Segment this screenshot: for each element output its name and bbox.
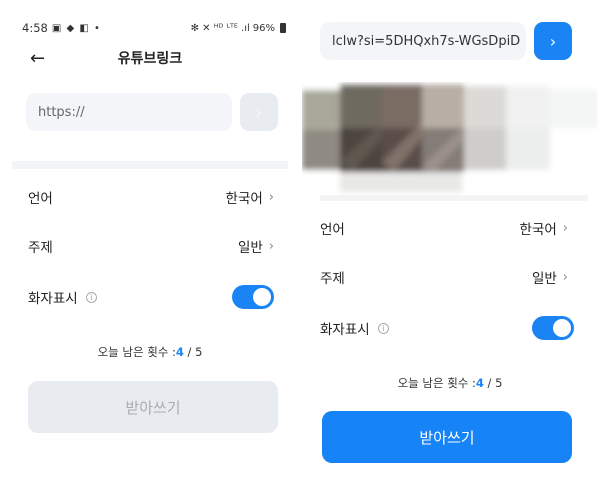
chevron-right-icon: › [549, 31, 557, 51]
remaining-count: 오늘 남은 횟수 :4 / 5 [0, 344, 300, 360]
speaker-row: 화자표시 i [28, 285, 274, 309]
status-time: 4:58 [22, 21, 48, 35]
topic-label: 주제 [320, 271, 345, 287]
section-divider [12, 161, 288, 169]
url-input[interactable]: lclw?si=5DHQxh7s-WGsDpiD [320, 22, 526, 60]
speaker-label: 화자표시 [28, 291, 78, 307]
info-icon[interactable]: i [377, 322, 389, 334]
topic-row[interactable]: 주제 일반 › [28, 234, 274, 258]
system-icons: ✻ ✕ ᴴᴰ ᴸᵀᴱ .ıl 96% [191, 23, 286, 34]
battery-icon [280, 23, 286, 33]
video-thumbnail [302, 82, 598, 196]
chevron-right-icon: › [562, 220, 568, 236]
section-divider [320, 195, 588, 201]
topic-label: 주제 [28, 240, 53, 256]
remaining-label: 오늘 남은 횟수 : [97, 345, 176, 359]
remaining-count: 오늘 남은 횟수 :4 / 5 [300, 375, 600, 391]
url-placeholder: https:// [38, 104, 85, 120]
topic-value: 일반 [237, 240, 263, 256]
notification-icons: ▣ ◆ ◧ • [51, 22, 101, 34]
language-label: 언어 [320, 222, 345, 238]
url-value: lclw?si=5DHQxh7s-WGsDpiD [332, 33, 521, 49]
remaining-used: 4 [175, 345, 184, 359]
signal-icons: ✻ ✕ ᴴᴰ ᴸᵀᴱ .ıl [190, 22, 250, 34]
url-input[interactable]: https:// [26, 93, 232, 131]
remaining-sep: / [183, 345, 196, 359]
language-row[interactable]: 언어 한국어 › [320, 216, 568, 240]
right-screen: lclw?si=5DHQxh7s-WGsDpiD › 언어 한국어 › 주제 일… [300, 0, 600, 500]
remaining-label: 오늘 남은 횟수 : [397, 376, 476, 390]
language-value: 한국어 [519, 222, 557, 238]
toggle-knob [253, 288, 271, 306]
app-header: ← 유튜브링크 [0, 46, 300, 72]
battery-level: 96% [252, 22, 275, 34]
language-label: 언어 [28, 191, 53, 207]
left-screen: 4:58 ▣ ◆ ◧ • ✻ ✕ ᴴᴰ ᴸᵀᴱ .ıl 96% ← 유튜브링크 … [0, 0, 300, 500]
topic-value: 일반 [531, 271, 557, 287]
go-button[interactable]: › [240, 93, 278, 131]
go-button[interactable]: › [534, 22, 572, 60]
chevron-right-icon: › [255, 102, 263, 122]
language-value: 한국어 [225, 191, 263, 207]
remaining-total: 5 [195, 345, 203, 359]
toggle-knob [553, 319, 571, 337]
topic-row[interactable]: 주제 일반 › [320, 265, 568, 289]
info-icon[interactable]: i [85, 291, 97, 303]
transcribe-button[interactable]: 받아쓰기 [322, 411, 572, 463]
remaining-used: 4 [475, 376, 484, 390]
language-row[interactable]: 언어 한국어 › [28, 185, 274, 209]
page-title: 유튜브링크 [117, 51, 183, 67]
remaining-sep: / [483, 376, 496, 390]
chevron-right-icon: › [268, 238, 274, 254]
remaining-total: 5 [495, 376, 503, 390]
speaker-toggle[interactable] [232, 285, 274, 309]
status-bar: 4:58 ▣ ◆ ◧ • ✻ ✕ ᴴᴰ ᴸᵀᴱ .ıl 96% [22, 20, 286, 36]
chevron-right-icon: › [562, 269, 568, 285]
blurred-thumbnail-image [302, 82, 598, 196]
speaker-toggle[interactable] [532, 316, 574, 340]
speaker-row: 화자표시 i [320, 316, 574, 340]
chevron-right-icon: › [268, 189, 274, 205]
speaker-label: 화자표시 [320, 322, 370, 338]
transcribe-button[interactable]: 받아쓰기 [28, 381, 278, 433]
